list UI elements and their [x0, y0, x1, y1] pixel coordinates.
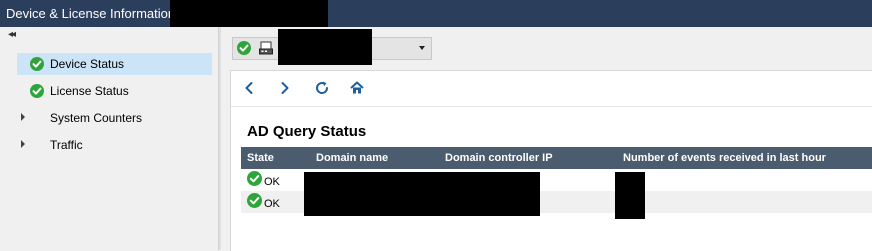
check-circle-icon	[247, 193, 262, 208]
redacted-block	[278, 29, 372, 65]
check-circle-icon	[30, 84, 44, 98]
window-title: Device & License Information -	[6, 6, 184, 21]
sidebar-item-traffic[interactable]: Traffic	[17, 134, 212, 156]
redacted-block	[304, 172, 540, 216]
section-title: AD Query Status	[247, 123, 367, 140]
expand-caret-icon[interactable]	[21, 140, 25, 148]
forward-icon[interactable]	[277, 80, 293, 96]
column-header-events-last-hour: Number of events received in last hour	[623, 152, 826, 164]
back-icon[interactable]	[241, 80, 257, 96]
column-header-domain-name: Domain name	[316, 152, 389, 164]
sidebar-item-label: Device Status	[50, 57, 125, 71]
window-titlebar: Device & License Information -	[0, 0, 872, 28]
report-toolbar	[231, 71, 872, 107]
check-circle-icon	[247, 171, 262, 186]
check-circle-icon	[30, 57, 44, 71]
chevron-down-icon	[419, 46, 425, 50]
column-header-domain-controller-ip: Domain controller IP	[445, 152, 553, 164]
network-device-icon	[259, 41, 273, 55]
report-view: AD Query Status State Domain name Domain…	[230, 70, 872, 251]
expand-caret-icon[interactable]	[21, 113, 25, 121]
navigation-pane: ◂◂ Device Status License Status System C…	[0, 27, 218, 250]
column-header-state: State	[247, 152, 274, 164]
sidebar-item-label: License Status	[50, 84, 129, 98]
check-circle-icon	[237, 41, 251, 55]
content-pane: AD Query Status State Domain name Domain…	[221, 27, 872, 251]
device-selector-dropdown[interactable]	[232, 29, 432, 65]
redacted-block	[615, 172, 645, 219]
state-value: OK	[264, 198, 280, 210]
sidebar-item-label: Traffic	[50, 138, 83, 152]
table-header: State Domain name Domain controller IP N…	[241, 147, 872, 169]
collapse-pane-icon[interactable]: ◂◂	[8, 29, 16, 40]
state-value: OK	[264, 176, 280, 188]
refresh-icon[interactable]	[314, 80, 330, 96]
sidebar-item-label: System Counters	[50, 111, 143, 125]
sidebar-item-license-status[interactable]: License Status	[17, 80, 212, 102]
redacted-block	[170, 0, 328, 28]
sidebar-item-system-counters[interactable]: System Counters	[17, 107, 212, 129]
home-icon[interactable]	[349, 80, 365, 96]
sidebar-item-device-status[interactable]: Device Status	[17, 53, 212, 75]
